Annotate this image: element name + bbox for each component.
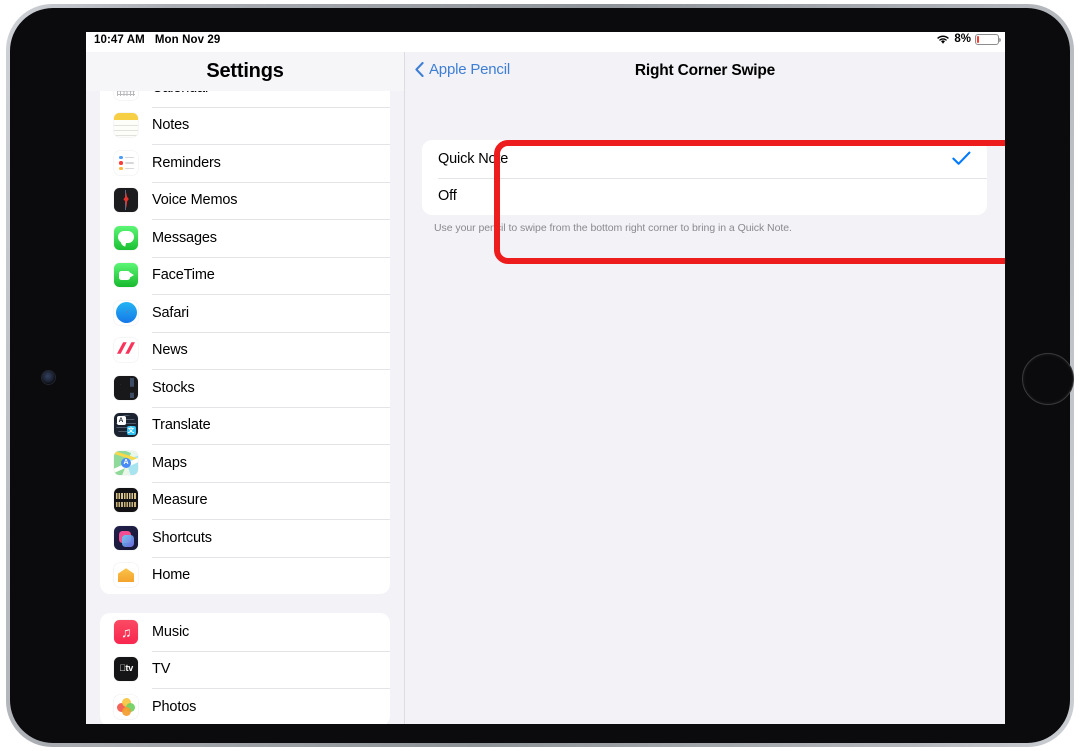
sidebar-group: ♫ Music tv TV Photos	[100, 613, 390, 724]
front-camera-icon	[42, 371, 55, 384]
sidebar-item-translate[interactable]: A 文 Translate	[100, 406, 390, 445]
status-bar-right: 8%	[936, 33, 1002, 45]
status-bar-left: 10:47 AM Mon Nov 29	[94, 34, 220, 46]
sidebar-item-messages[interactable]: Messages	[100, 219, 390, 257]
sidebar-item-reminders[interactable]: Reminders	[100, 144, 390, 182]
sidebar-item-home[interactable]: Home	[100, 556, 390, 595]
sidebar-item-label: Messages	[152, 229, 217, 246]
status-date: Mon Nov 29	[154, 34, 221, 46]
sidebar-item-shortcuts[interactable]: Shortcuts	[100, 519, 390, 557]
sidebar-item-facetime[interactable]: FaceTime	[100, 256, 390, 295]
messages-icon	[114, 225, 138, 250]
sidebar-item-maps[interactable]: A Maps	[100, 444, 390, 482]
sidebar-item-label: Music	[152, 623, 190, 640]
sidebar-item-notes[interactable]: Notes	[100, 106, 390, 145]
option-row-off[interactable]: Off	[422, 177, 987, 216]
safari-icon	[114, 300, 138, 325]
ipad-screen: 10:47 AMMon Nov 29 8% Settings CalendarN…	[86, 32, 1005, 724]
sidebar-item-label: FaceTime	[152, 267, 215, 284]
settings-sidebar: Settings CalendarNotesRemindersVoice Mem…	[86, 52, 405, 724]
detail-title: Right Corner Swipe	[634, 62, 776, 79]
sidebar-item-label: Photos	[152, 698, 197, 715]
stocks-icon	[114, 375, 138, 400]
battery-icon	[975, 33, 1002, 45]
sidebar-item-label: Shortcuts	[152, 529, 212, 546]
checkmark-icon	[952, 151, 971, 166]
music-icon: ♫	[114, 619, 138, 644]
voice-memos-icon	[114, 188, 138, 213]
status-time: 10:47 AM	[94, 34, 145, 46]
translate-icon: A文	[114, 413, 138, 438]
sidebar-item-voice-memos[interactable]: Voice Memos	[100, 181, 390, 220]
photos-icon	[114, 694, 138, 719]
status-bar: 10:47 AM Mon Nov 29 8%	[86, 32, 1005, 52]
sidebar-item-measure[interactable]: Measure	[100, 481, 390, 520]
sidebar-scroll-area[interactable]: CalendarNotesRemindersVoice MemosMessage…	[86, 69, 404, 724]
detail-pane: Apple Pencil Right Corner Swipe Quick No…	[405, 52, 1005, 724]
home-button[interactable]	[1022, 353, 1074, 405]
facetime-icon	[114, 263, 138, 288]
tv-icon: tv	[114, 657, 138, 682]
sidebar-header: Settings	[86, 52, 404, 91]
sidebar-item-label: Stocks	[152, 379, 195, 396]
sidebar-item-stocks[interactable]: Stocks	[100, 369, 390, 407]
sidebar-item-label: Measure	[152, 492, 208, 509]
sidebar-item-label: News	[152, 342, 188, 359]
news-icon	[114, 338, 138, 363]
shortcuts-icon	[114, 525, 138, 550]
sidebar-item-label: Translate	[152, 417, 211, 434]
detail-navbar: Apple Pencil Right Corner Swipe	[405, 52, 1005, 92]
option-label: Off	[438, 188, 457, 205]
notes-icon	[114, 113, 138, 138]
home-app-icon	[114, 563, 138, 588]
page-title: Settings	[206, 60, 284, 82]
sidebar-item-label: Notes	[152, 117, 190, 134]
sidebar-item-safari[interactable]: Safari	[100, 294, 390, 332]
options-card: Quick Note Off	[422, 140, 987, 215]
wifi-icon	[937, 35, 950, 44]
battery-percent-label: 8%	[954, 33, 971, 45]
sidebar-item-label: Reminders	[152, 154, 221, 171]
measure-icon	[114, 488, 138, 513]
sidebar-item-tv[interactable]: tv TV	[100, 650, 390, 689]
sidebar-item-label: Home	[152, 567, 191, 584]
option-row-quick-note[interactable]: Quick Note	[422, 140, 987, 178]
sidebar-item-label: Safari	[152, 304, 189, 321]
sidebar-item-label: Maps	[152, 454, 187, 471]
sidebar-item-photos[interactable]: Photos	[100, 688, 390, 724]
reminders-icon	[114, 150, 138, 175]
sidebar-item-label: TV	[152, 661, 171, 678]
maps-icon: A	[114, 450, 138, 475]
battery-fill	[977, 35, 979, 43]
options-section: Quick Note Off Use your pencil to swipe f…	[422, 140, 987, 235]
ipad-device-frame: 10:47 AMMon Nov 29 8% Settings CalendarN…	[6, 4, 1074, 747]
sidebar-item-label: Voice Memos	[152, 192, 238, 209]
option-label: Quick Note	[438, 150, 509, 167]
sidebar-group: CalendarNotesRemindersVoice MemosMessage…	[100, 69, 390, 594]
sidebar-item-news[interactable]: News	[100, 331, 390, 370]
sidebar-item-music[interactable]: ♫ Music	[100, 613, 390, 651]
options-footnote: Use your pencil to swipe from the bottom…	[434, 222, 792, 234]
